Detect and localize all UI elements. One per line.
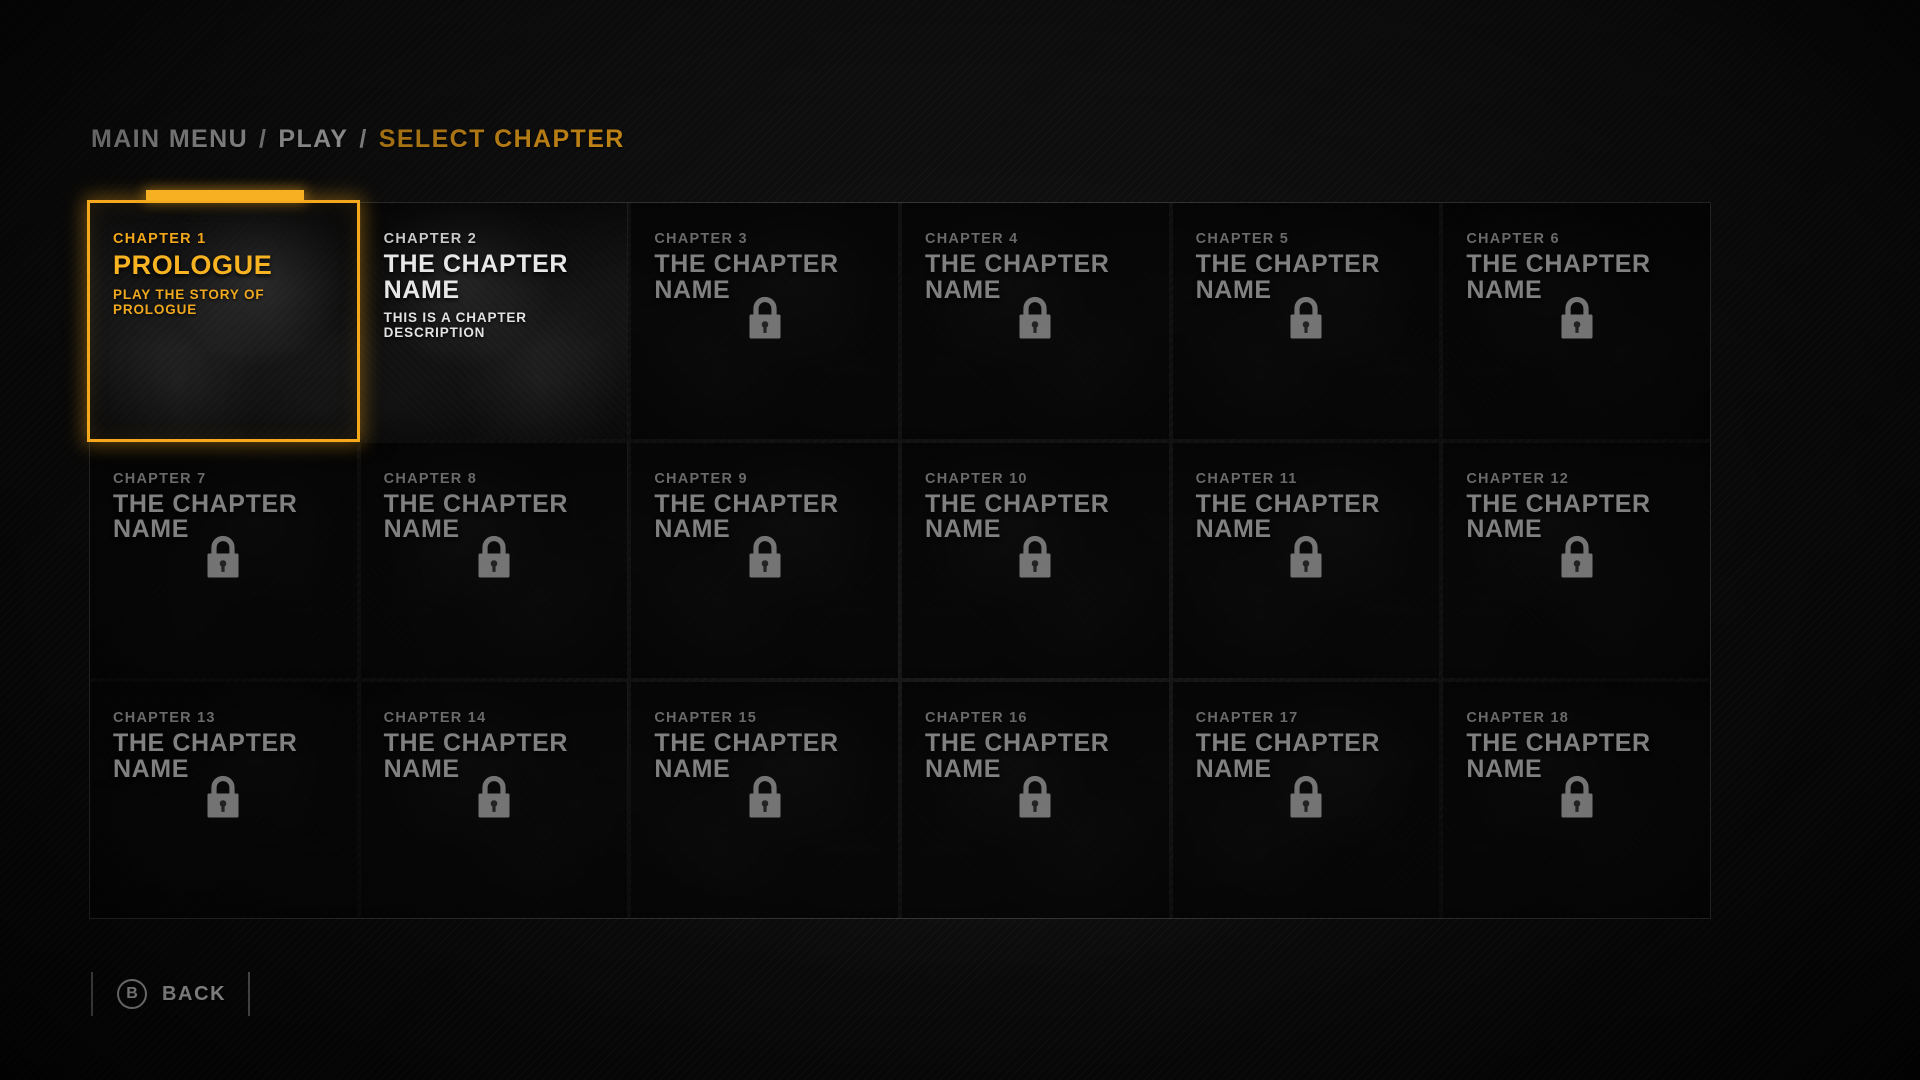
breadcrumb-item-main-menu[interactable]: MAIN MENU bbox=[91, 125, 248, 154]
lock-icon bbox=[745, 295, 785, 346]
chapter-tile[interactable]: CHAPTER 2 THE CHAPTER NAME THIS IS A CHAPT… bbox=[360, 203, 628, 439]
chapter-tile[interactable]: CHAPTER 18 THE CHAPTER NAME bbox=[1443, 682, 1710, 918]
breadcrumb-separator: / bbox=[259, 125, 268, 153]
chapter-tile[interactable]: CHAPTER 14 THE CHAPTER NAME bbox=[360, 682, 628, 918]
chapter-tile[interactable]: CHAPTER 6 THE CHAPTER NAME bbox=[1443, 203, 1710, 439]
chapter-thumbnail-overlay bbox=[360, 203, 628, 439]
chapter-tile[interactable]: CHAPTER 3 THE CHAPTER NAME bbox=[631, 203, 898, 439]
breadcrumb: MAIN MENU / PLAY / SELECT CHAPTER bbox=[91, 125, 625, 154]
gamepad-b-button-icon: B bbox=[117, 979, 147, 1009]
lock-icon bbox=[474, 775, 514, 826]
chapter-tile[interactable]: CHAPTER 15 THE CHAPTER NAME bbox=[631, 682, 898, 918]
lock-icon bbox=[1557, 295, 1597, 346]
chapter-tile[interactable]: CHAPTER 12 THE CHAPTER NAME bbox=[1443, 442, 1710, 679]
back-button-label: BACK bbox=[162, 982, 227, 1005]
chapter-tile[interactable]: CHAPTER 16 THE CHAPTER NAME bbox=[901, 682, 1169, 918]
lock-icon bbox=[745, 535, 785, 586]
chapter-grid: CHAPTER 1 PROLOGUE PLAY THE STORY OF PROLO… bbox=[87, 190, 1711, 919]
back-button[interactable]: B BACK bbox=[93, 979, 248, 1009]
footer-divider-right bbox=[248, 972, 251, 1016]
lock-icon bbox=[1557, 775, 1597, 826]
breadcrumb-separator: / bbox=[359, 125, 368, 153]
lock-icon bbox=[1015, 535, 1055, 586]
chapter-tile[interactable]: CHAPTER 11 THE CHAPTER NAME bbox=[1172, 442, 1440, 679]
lock-icon bbox=[1557, 535, 1597, 586]
lock-icon bbox=[474, 535, 514, 586]
footer-action-bar: B BACK bbox=[91, 968, 251, 1020]
breadcrumb-item-play[interactable]: PLAY bbox=[278, 125, 348, 154]
lock-icon bbox=[1015, 295, 1055, 346]
chapter-tile[interactable]: CHAPTER 17 THE CHAPTER NAME bbox=[1172, 682, 1440, 918]
chapter-tile[interactable]: CHAPTER 4 THE CHAPTER NAME bbox=[901, 203, 1169, 439]
select-chapter-screen: MAIN MENU / PLAY / SELECT CHAPTER CHAPTE… bbox=[0, 0, 1920, 1080]
lock-icon bbox=[1286, 535, 1326, 586]
lock-icon bbox=[1286, 295, 1326, 346]
chapter-tile[interactable]: CHAPTER 10 THE CHAPTER NAME bbox=[901, 442, 1169, 679]
chapter-tile[interactable]: CHAPTER 13 THE CHAPTER NAME bbox=[90, 682, 357, 918]
chapter-tile[interactable]: CHAPTER 7 THE CHAPTER NAME bbox=[90, 442, 357, 679]
chapter-tile[interactable]: CHAPTER 9 THE CHAPTER NAME bbox=[631, 442, 898, 679]
selection-accent-bar bbox=[146, 190, 304, 201]
lock-icon bbox=[203, 775, 243, 826]
chapter-tile[interactable]: CHAPTER 1 PROLOGUE PLAY THE STORY OF PROLO… bbox=[87, 190, 360, 442]
breadcrumb-item-select-chapter: SELECT CHAPTER bbox=[378, 125, 625, 153]
lock-icon bbox=[745, 775, 785, 826]
chapter-tile[interactable]: CHAPTER 8 THE CHAPTER NAME bbox=[360, 442, 628, 679]
lock-icon bbox=[1015, 775, 1055, 826]
chapter-thumbnail-overlay bbox=[90, 203, 357, 439]
chapter-tile[interactable]: CHAPTER 5 THE CHAPTER NAME bbox=[1172, 203, 1440, 439]
lock-icon bbox=[1286, 775, 1326, 826]
lock-icon bbox=[203, 535, 243, 586]
